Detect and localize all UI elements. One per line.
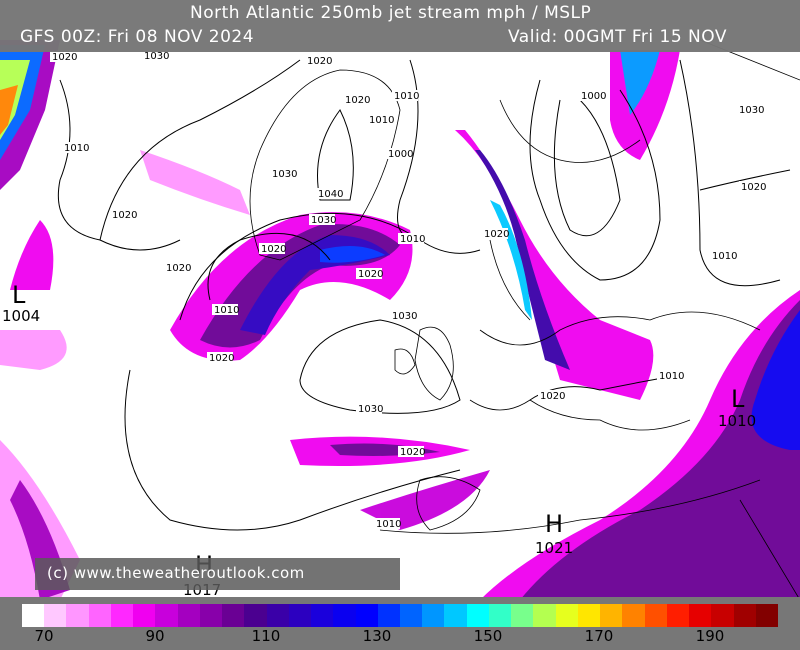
colorbar-swatch (511, 604, 534, 627)
svg-text:1020: 1020 (400, 447, 425, 458)
svg-text:1020: 1020 (345, 95, 370, 106)
svg-text:1020: 1020 (166, 263, 191, 274)
map-title: North Atlantic 250mb jet stream mph / MS… (190, 3, 592, 23)
colorbar-swatch (644, 604, 667, 627)
colorbar-swatch (155, 604, 178, 627)
colorbar (22, 604, 778, 627)
svg-text:1020: 1020 (741, 182, 766, 193)
colorbar-swatch (622, 604, 645, 627)
svg-text:1021: 1021 (535, 539, 573, 557)
colorbar-swatch (733, 604, 756, 627)
colorbar-tick: 190 (695, 627, 725, 645)
svg-text:1000: 1000 (388, 149, 413, 160)
svg-text:1030: 1030 (739, 105, 764, 116)
colorbar-tick: 130 (362, 627, 392, 645)
colorbar-swatch (466, 604, 489, 627)
svg-text:L: L (731, 385, 745, 413)
svg-text:1030: 1030 (272, 169, 297, 180)
colorbar-swatch (377, 604, 400, 627)
svg-text:1000: 1000 (581, 91, 606, 102)
colorbar-swatch (288, 604, 312, 627)
colorbar-swatch (88, 604, 111, 627)
colorbar-swatch (444, 604, 467, 627)
colorbar-swatch (133, 604, 156, 627)
svg-text:1030: 1030 (311, 215, 336, 226)
svg-text:1020: 1020 (261, 244, 286, 255)
svg-text:1004: 1004 (2, 307, 40, 325)
colorbar-swatch (555, 604, 578, 627)
svg-text:H: H (545, 510, 563, 538)
colorbar-swatch (533, 604, 556, 627)
svg-text:1020: 1020 (209, 353, 234, 364)
colorbar-swatch (399, 604, 423, 627)
colorbar-swatch (600, 604, 623, 627)
colorbar-swatch (666, 604, 690, 627)
svg-text:1010: 1010 (400, 234, 425, 245)
model-run: GFS 00Z: Fri 08 NOV 2024 (20, 27, 255, 47)
colorbar-swatch (689, 604, 712, 627)
colorbar-swatch (244, 604, 267, 627)
colorbar-swatch (177, 604, 200, 627)
svg-text:1010: 1010 (394, 91, 419, 102)
svg-text:1010: 1010 (376, 519, 401, 530)
svg-text:1030: 1030 (392, 311, 417, 322)
colorbar-tick: 170 (584, 627, 614, 645)
svg-text:1010: 1010 (712, 251, 737, 262)
colorbar-swatch (755, 604, 778, 627)
colorbar-swatch (266, 604, 289, 627)
colorbar-swatch (22, 604, 45, 627)
svg-text:1020: 1020 (358, 269, 383, 280)
svg-text:L: L (12, 281, 26, 309)
colorbar-swatch (422, 604, 445, 627)
watermark: (c) www.theweatheroutlook.com (35, 558, 400, 590)
svg-text:1020: 1020 (307, 56, 332, 67)
svg-text:1030: 1030 (144, 51, 169, 62)
colorbar-swatch (711, 604, 734, 627)
colorbar-tick: 70 (34, 627, 54, 645)
colorbar-tick: 110 (251, 627, 281, 645)
colorbar-swatch (577, 604, 601, 627)
svg-text:1020: 1020 (52, 52, 77, 63)
svg-text:1020: 1020 (112, 210, 137, 221)
colorbar-tick: 90 (145, 627, 165, 645)
colorbar-swatch (311, 604, 334, 627)
colorbar-swatch (333, 604, 356, 627)
colorbar-swatch (222, 604, 245, 627)
valid-time: Valid: 00GMT Fri 15 NOV (508, 27, 727, 47)
svg-text:1010: 1010 (214, 305, 239, 316)
colorbar-swatch (66, 604, 89, 627)
colorbar-swatch (355, 604, 378, 627)
colorbar-swatch (110, 604, 134, 627)
svg-text:1020: 1020 (540, 391, 565, 402)
colorbar-swatch (199, 604, 223, 627)
svg-text:1010: 1010 (369, 115, 394, 126)
colorbar-tick: 150 (473, 627, 503, 645)
svg-text:1010: 1010 (64, 143, 89, 154)
svg-text:1030: 1030 (358, 404, 383, 415)
colorbar-swatch (44, 604, 67, 627)
svg-text:1040: 1040 (318, 189, 343, 200)
svg-text:1010: 1010 (659, 371, 684, 382)
svg-text:1020: 1020 (484, 229, 509, 240)
jet-stream-map: 1020 1030 1020 1010 1020 1010 1030 1000 … (0, 0, 800, 601)
colorbar-swatch (488, 604, 512, 627)
svg-text:1010: 1010 (718, 412, 756, 430)
